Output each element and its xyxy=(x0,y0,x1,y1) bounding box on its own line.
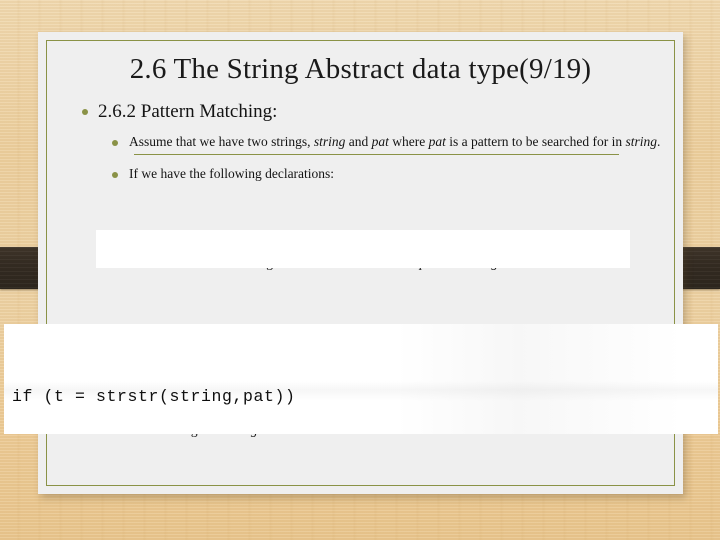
bullet-item-assume: Assume that we have two strings, string … xyxy=(112,133,669,151)
slide-stage: 2.6 The String Abstract data type(9/19) … xyxy=(0,0,720,540)
bullet-item-pattern-matching: 2.6.2 Pattern Matching: xyxy=(82,100,669,123)
code-snippet-declarations: char pat[MAX_SIZE], string[MAX_SIZE], *t… xyxy=(96,230,630,268)
text-run: and xyxy=(345,134,372,150)
bullet-text-declarations: If we have the following declarations: xyxy=(129,165,335,181)
bullet-dot-icon xyxy=(112,171,118,178)
code-line: if (t = strstr(string,pat)) xyxy=(12,387,296,406)
text-run: . xyxy=(656,134,661,150)
text-run: where xyxy=(388,134,429,150)
slide-title: 2.6 The String Abstract data type(9/19) xyxy=(129,53,592,85)
code-snippet-strstr-usage: if (t = strstr(string,pat)) printf("The … xyxy=(4,324,718,434)
bullet-item-declarations: If we have the following declarations: xyxy=(112,165,669,183)
bullet-dot-icon xyxy=(112,140,118,147)
bullet-label-pattern-matching: 2.6.2 Pattern Matching: xyxy=(98,101,278,122)
bullet-text-assume: Assume that we have two strings, string … xyxy=(129,133,660,151)
text-run: is a pattern to be searched for in xyxy=(445,134,626,150)
text-run: Assume that we have two strings, xyxy=(129,134,314,150)
emphasis-pat: pat xyxy=(371,134,389,150)
emphasis-string: string xyxy=(313,134,346,150)
horizontal-rule xyxy=(134,153,619,155)
bullet-dot-icon xyxy=(82,109,88,115)
emphasis-string: string xyxy=(625,134,657,150)
emphasis-pat: pat xyxy=(428,134,446,150)
